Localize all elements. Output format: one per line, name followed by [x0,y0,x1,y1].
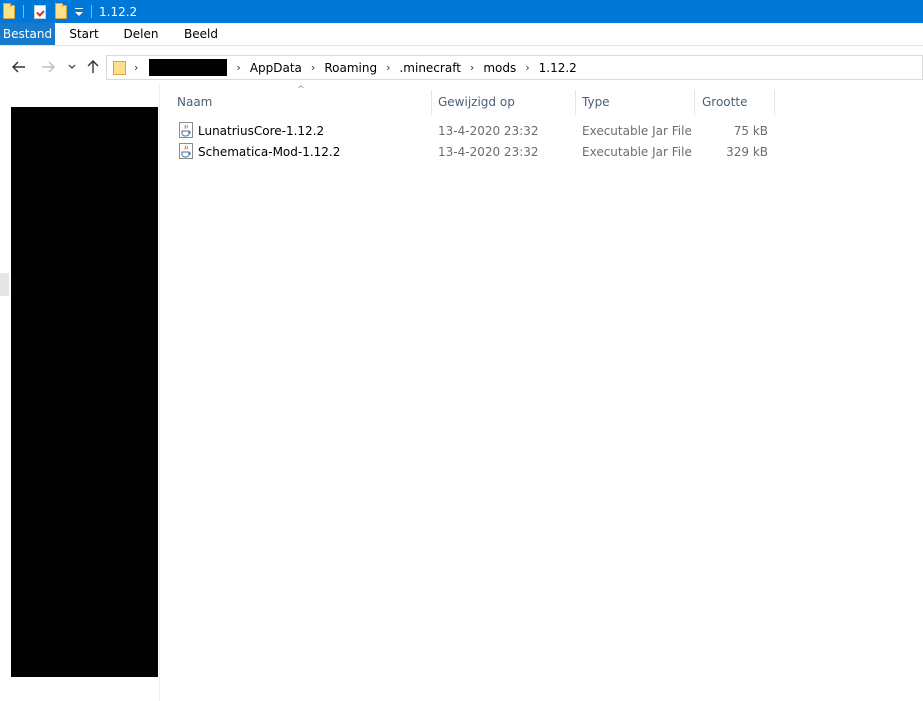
forward-arrow-icon [42,61,55,73]
up-button[interactable] [83,57,103,77]
column-header-name[interactable]: Naam [177,88,427,116]
column-divider[interactable] [575,90,576,115]
breadcrumb-separator[interactable]: › [134,61,138,74]
java-jar-icon [179,122,193,138]
file-type: Executable Jar File [582,144,692,159]
file-size: 329 kB [726,144,768,159]
column-header-type[interactable]: Type [582,88,692,116]
tab-beeld[interactable]: Beeld [184,23,218,45]
window-title: 1.12.2 [99,4,138,19]
navigation-pane [0,83,160,701]
file-name[interactable]: LunatriusCore-1.12.2 [198,120,324,141]
column-divider[interactable] [694,90,695,115]
column-header-size[interactable]: Grootte [702,88,772,116]
recent-locations-button[interactable] [62,57,82,77]
breadcrumb-current[interactable]: 1.12.2 [539,61,577,75]
column-header-modified[interactable]: Gewijzigd op [438,88,573,116]
file-modified: 13-4-2020 23:32 [438,123,539,138]
title-separator [23,5,24,18]
navigation-pane-scroll-thumb[interactable] [0,273,9,296]
breadcrumb-separator[interactable]: › [311,61,315,74]
breadcrumb-separator[interactable]: › [525,61,529,74]
up-arrow-icon [87,60,99,73]
back-button[interactable] [9,57,29,77]
customize-quick-access-icon[interactable] [67,0,83,23]
tab-delen[interactable]: Delen [124,23,159,45]
file-size: 75 kB [733,123,768,138]
breadcrumb-separator[interactable]: › [236,61,240,74]
forward-button[interactable] [38,57,58,77]
file-list: ^ Naam Gewijzigd op Type Grootte Lunatri… [160,83,923,701]
folder-icon [113,60,126,75]
column-header-row: ^ Naam Gewijzigd op Type Grootte [160,85,780,116]
tab-bestand[interactable]: Bestand [0,23,55,45]
properties-icon[interactable] [34,0,46,23]
breadcrumb-separator[interactable]: › [386,61,390,74]
java-jar-icon [179,143,193,159]
file-row[interactable]: Schematica-Mod-1.12.2 13-4-2020 23:32 Ex… [176,141,786,162]
folder-icon[interactable] [3,0,15,23]
chevron-down-icon [68,64,76,69]
navigation-row: › › AppData › Roaming › .minecraft › mod… [0,51,923,83]
breadcrumb-minecraft[interactable]: .minecraft [399,61,460,75]
redacted-navigation-tree [11,107,158,677]
new-folder-icon[interactable] [55,0,67,23]
breadcrumb-roaming[interactable]: Roaming [324,61,377,75]
title-bar: 1.12.2 [0,0,923,23]
column-divider[interactable] [774,90,775,115]
breadcrumb-separator[interactable]: › [470,61,474,74]
title-separator-2 [91,5,92,18]
breadcrumb-mods[interactable]: mods [483,61,516,75]
tab-start[interactable]: Start [69,23,98,45]
file-modified: 13-4-2020 23:32 [438,144,539,159]
breadcrumb-appdata[interactable]: AppData [250,61,302,75]
file-name[interactable]: Schematica-Mod-1.12.2 [198,141,340,162]
file-type: Executable Jar File [582,123,692,138]
ribbon-tabs: Bestand Start Delen Beeld [0,23,923,46]
file-row[interactable]: LunatriusCore-1.12.2 13-4-2020 23:32 Exe… [176,120,786,141]
back-arrow-icon [12,61,25,73]
column-divider[interactable] [431,90,432,115]
redacted-breadcrumb[interactable] [149,59,228,76]
address-bar[interactable]: › › AppData › Roaming › .minecraft › mod… [106,55,923,80]
